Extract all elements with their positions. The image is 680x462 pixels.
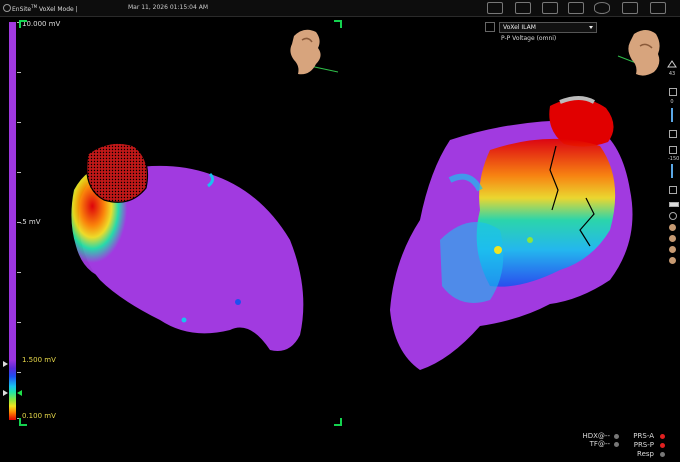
scale-max-label: 10.000 mV: [22, 20, 61, 28]
lower-threshold-handle-icon[interactable]: [3, 390, 8, 396]
viewport-corner: [19, 20, 27, 28]
resp-status-dot: [660, 452, 665, 457]
map-caption: P-P Voltage (omni): [501, 35, 557, 42]
clip-value: -150: [668, 156, 680, 162]
zoom-icon[interactable]: [667, 60, 677, 68]
opacity-slider[interactable]: [671, 108, 673, 122]
display-button[interactable]: [568, 2, 584, 14]
prs-p-status: PRS-P: [633, 441, 654, 449]
settings-button[interactable]: [650, 2, 666, 14]
scale-tick: [17, 372, 21, 373]
scale-tick: [17, 72, 21, 73]
layers-icon[interactable]: [669, 88, 677, 96]
resp-status: Resp: [637, 450, 654, 458]
review-button[interactable]: [594, 2, 610, 14]
tf-status: TF@--: [589, 440, 610, 448]
threshold-pointer-icon[interactable]: [17, 390, 22, 396]
screenshot-button[interactable]: [487, 2, 503, 14]
clip-icon[interactable]: [669, 130, 677, 138]
orientation-head-icon[interactable]: [280, 26, 340, 82]
view-head-icon[interactable]: [669, 224, 676, 231]
hdx-status: HDX@--: [582, 432, 610, 440]
scale-lower-threshold-label[interactable]: 0.100 mV: [22, 412, 56, 420]
prs-a-status: PRS-A: [633, 432, 654, 440]
record-button[interactable]: [515, 2, 531, 14]
clip-slider[interactable]: [671, 164, 673, 178]
scale-upper-threshold-label[interactable]: 1.500 mV: [22, 356, 56, 364]
print-button[interactable]: [542, 2, 558, 14]
scale-mid-label: .5 mV: [20, 218, 41, 226]
viewport-corner: [19, 418, 27, 426]
hdx-status-dot: [614, 434, 619, 439]
view-head-icon[interactable]: [669, 257, 676, 264]
scale-tick: [17, 122, 21, 123]
view-bar-icon[interactable]: [669, 202, 679, 207]
timestamp: Mar 11, 2026 01:15:04 AM: [128, 4, 208, 11]
view-tools-panel: 43 0 -150: [664, 60, 680, 280]
voltage-scale-bar[interactable]: [9, 22, 16, 420]
left-voltage-map[interactable]: [60, 130, 320, 370]
map-type-icon[interactable]: [485, 22, 495, 32]
viewport-corner: [334, 418, 342, 426]
zoom-value: 43: [668, 71, 676, 77]
chevron-down-icon: [589, 26, 593, 29]
scale-tick: [17, 322, 21, 323]
scale-tick: [17, 272, 21, 273]
view-head-icon[interactable]: [669, 235, 676, 242]
map-selector-dropdown[interactable]: VoXel ILAM: [499, 22, 597, 33]
view-head-icon[interactable]: [669, 246, 676, 253]
cut-icon[interactable]: [669, 146, 677, 154]
prs-a-status-dot: [660, 434, 665, 439]
prs-p-status-dot: [660, 443, 665, 448]
right-voltage-map[interactable]: [380, 90, 650, 380]
app-logo-icon: [3, 4, 11, 12]
eye-icon[interactable]: [669, 212, 677, 220]
layout-button[interactable]: [622, 2, 638, 14]
lock-icon[interactable]: [669, 186, 677, 194]
upper-threshold-handle-icon[interactable]: [3, 361, 8, 367]
scale-tick: [17, 172, 21, 173]
app-title: EnSiteTM VoXel Mode |: [12, 4, 78, 13]
top-toolbar: EnSiteTM VoXel Mode | Mar 11, 2026 01:15…: [0, 0, 680, 17]
layer-value: 0: [670, 99, 674, 105]
tf-status-dot: [614, 442, 619, 447]
